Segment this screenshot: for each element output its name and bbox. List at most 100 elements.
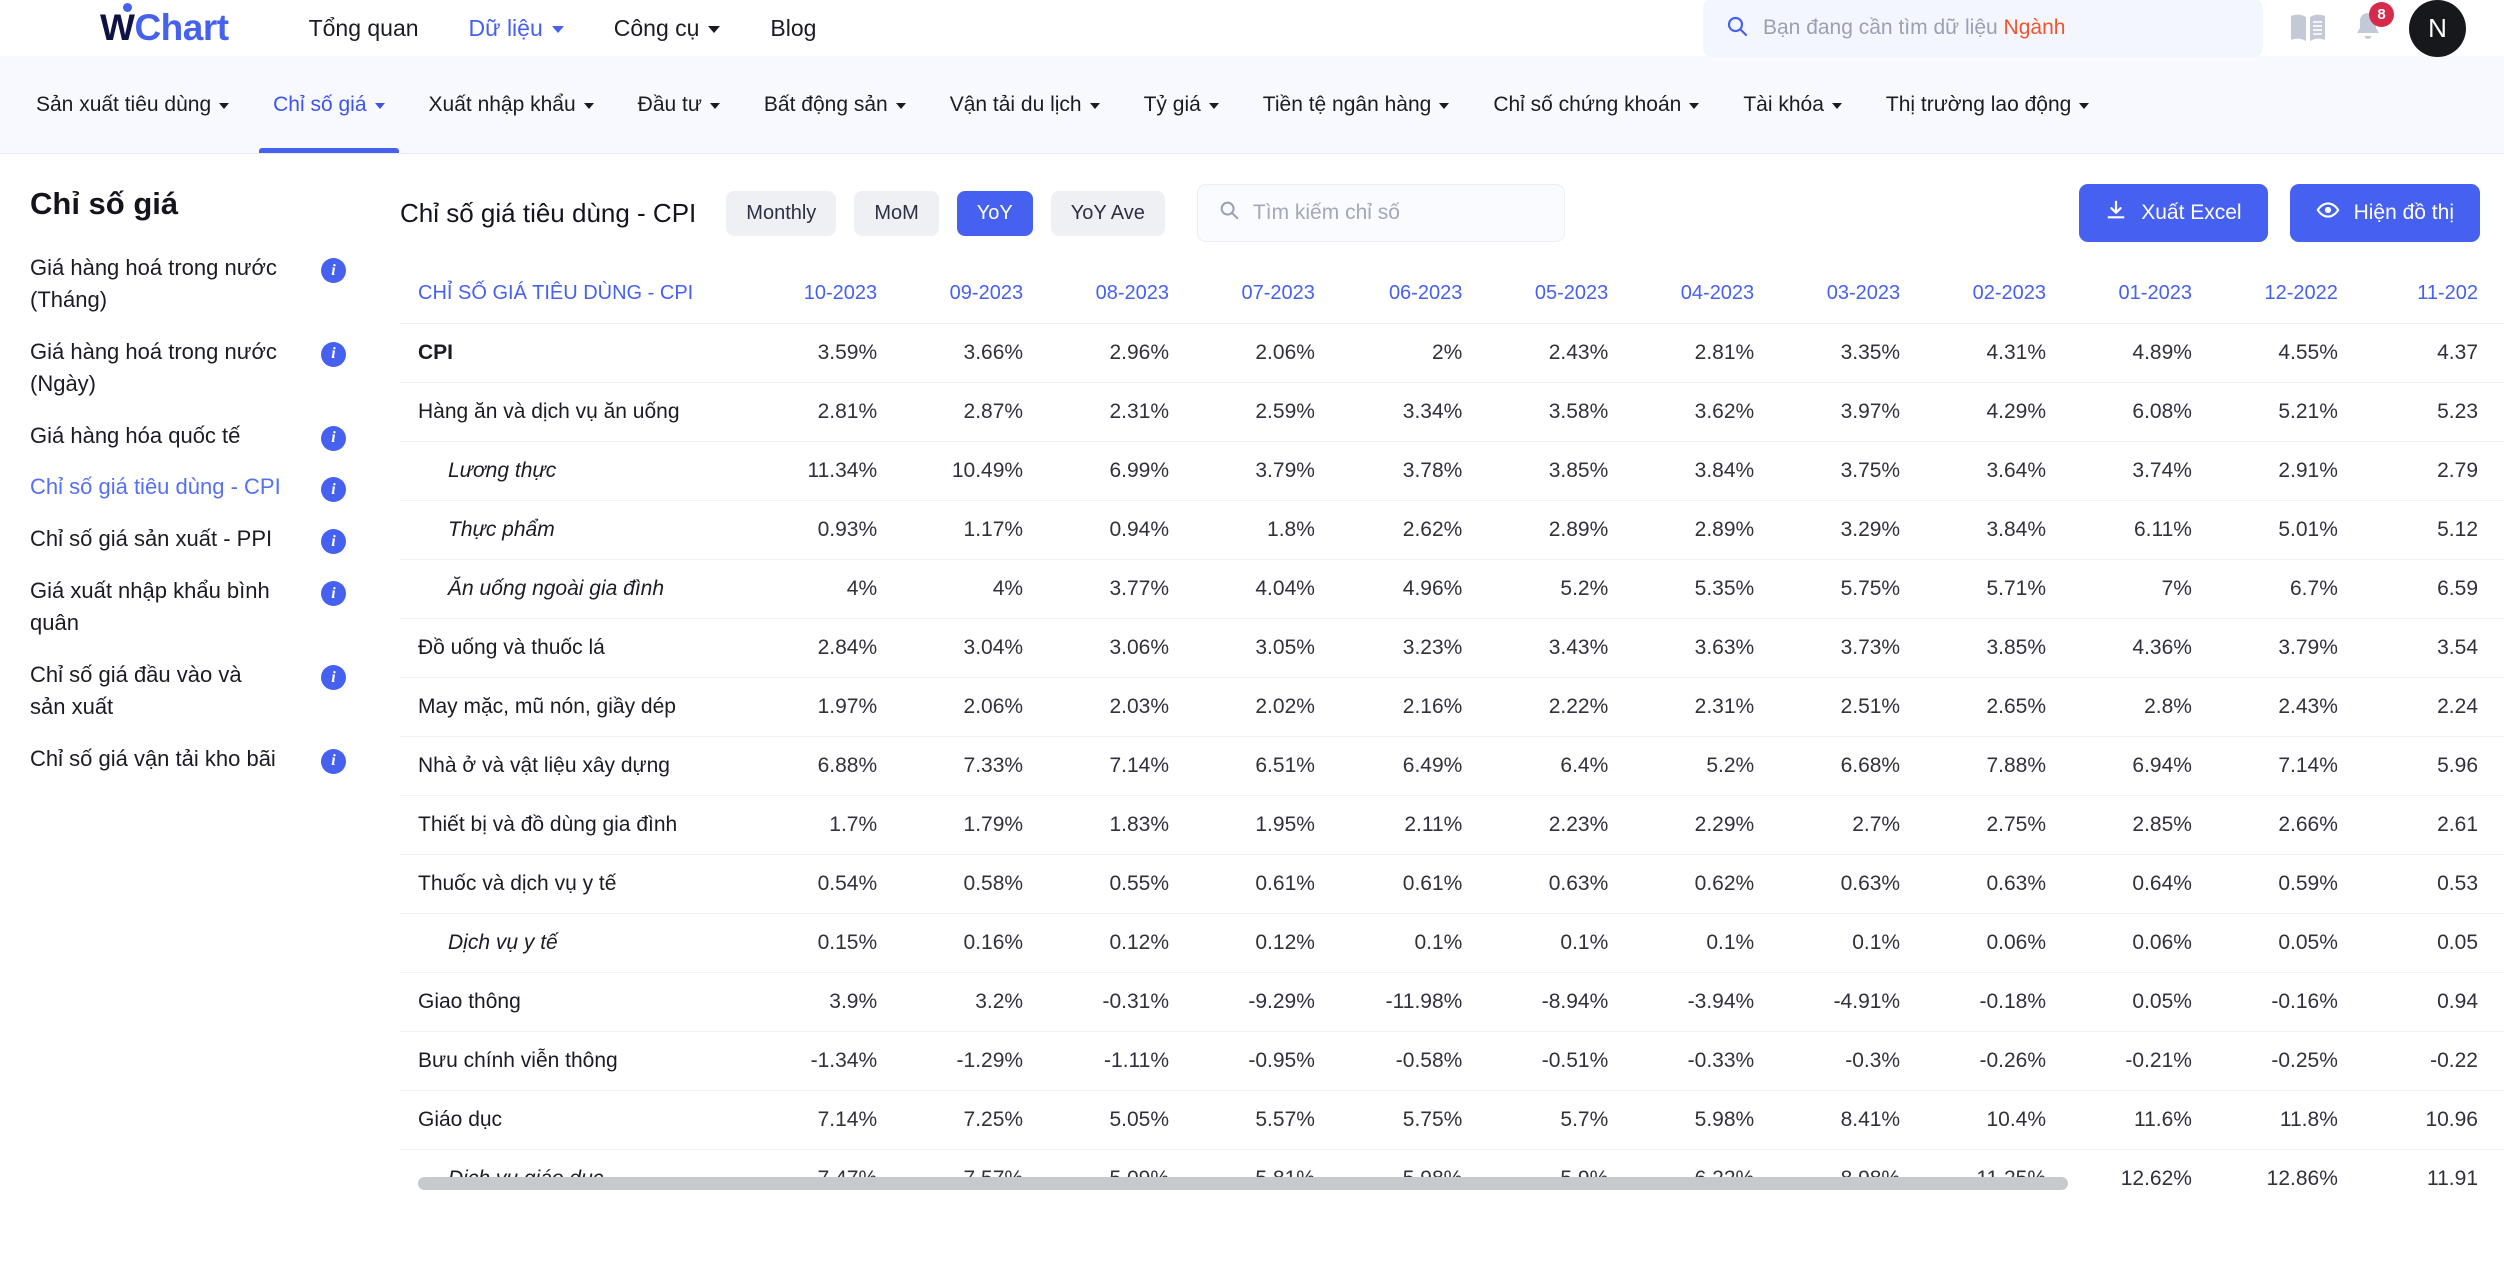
chevron-down-icon [2079, 103, 2090, 109]
table-row: Giáo dục 7.14% 7.25% 5.05% 5.57% 5.75% 5.7% 5.9… [400, 1090, 2504, 1150]
table-search-input[interactable]: Tìm kiếm chỉ số [1196, 184, 1565, 242]
export-excel-button[interactable]: Xuất Excel [2079, 184, 2268, 242]
cell-value: 4.37 [2363, 323, 2504, 383]
info-icon[interactable]: i [321, 341, 346, 367]
cell-value: 5.71% [1926, 559, 2073, 619]
info-icon[interactable]: i [321, 581, 346, 607]
sidebar-item-2[interactable]: Giá hàng hóa quốc tế i [30, 420, 346, 452]
info-icon[interactable]: i [321, 425, 346, 451]
info-icon[interactable]: i [321, 748, 346, 774]
main-nav-item-3[interactable]: Blog [770, 15, 816, 42]
sidebar-item-3[interactable]: Chỉ số giá tiêu dùng - CPI i [30, 471, 346, 503]
cell-value: 0.63% [1488, 854, 1635, 914]
info-icon[interactable]: i [321, 258, 346, 283]
subnav-label: Đầu tư [637, 92, 702, 116]
subnav-item-3[interactable]: Đầu tư [616, 56, 742, 153]
segment-yoy[interactable]: YoY [956, 190, 1033, 236]
subnav-item-4[interactable]: Bất động sản [742, 56, 928, 153]
subnav-item-2[interactable]: Xuất nhập khẩu [407, 56, 616, 153]
table-header-period: 11-202 [2363, 264, 2504, 324]
cell-value: 2.43% [1488, 323, 1635, 383]
table-row: Thực phẩm 0.93% 1.17% 0.94% 1.8% 2.62% 2.89% 2.… [400, 500, 2504, 560]
subnav-item-6[interactable]: Tỷ giá [1122, 56, 1241, 153]
subnav-item-8[interactable]: Chỉ số chứng khoán [1471, 56, 1721, 153]
cell-value: 3.79% [1195, 441, 1341, 501]
cell-value: 1.8% [1195, 500, 1341, 560]
wichart-logo[interactable]: W Chart [100, 3, 229, 49]
row-label: Thiết bị và đồ dùng gia đình [400, 795, 758, 855]
show-chart-button[interactable]: Hiện đồ thị [2289, 184, 2480, 242]
cell-value: 5.75% [1780, 559, 1927, 619]
cell-value: 3.9% [757, 972, 904, 1032]
sidebar: Chỉ số giá Giá hàng hoá trong nước (Thán… [0, 154, 382, 1283]
table-header-period: 08-2023 [1049, 264, 1195, 324]
sidebar-item-6[interactable]: Chỉ số giá đầu vào và sản xuất i [30, 659, 346, 723]
subnav-item-0[interactable]: Sản xuất tiêu dùng [14, 56, 251, 153]
export-excel-label: Xuất Excel [2141, 201, 2242, 224]
cell-value: 7.14% [1049, 736, 1195, 796]
segment-mom[interactable]: MoM [854, 190, 939, 236]
table-row: Giao thông 3.9% 3.2% -0.31% -9.29% -11.98% -8.… [400, 972, 2504, 1032]
subnav-label: Chỉ số giá [273, 92, 367, 116]
cell-value: -0.58% [1340, 1031, 1489, 1091]
cell-value: 12.86% [2217, 1149, 2364, 1194]
cell-value: -0.25% [2217, 1031, 2364, 1091]
sidebar-item-label: Giá hàng hoá trong nước (Tháng) [30, 255, 277, 312]
info-icon[interactable]: i [321, 529, 346, 555]
cell-value: 2.89% [1634, 500, 1781, 560]
segment-yoy-ave[interactable]: YoY Ave [1050, 190, 1165, 236]
sidebar-item-1[interactable]: Giá hàng hoá trong nước (Ngày) i [30, 336, 346, 400]
table-row: Thuốc và dịch vụ y tế 0.54% 0.58% 0.55% 0.61… [400, 854, 2504, 914]
subnav-label: Chỉ số chứng khoán [1493, 92, 1682, 116]
table-toolbar: Chỉ số giá tiêu dùng - CPI Monthly MoM YoY… [382, 176, 2504, 250]
cell-value: 0.64% [2072, 854, 2218, 914]
cell-value: 0.06% [1926, 913, 2073, 973]
info-icon[interactable]: i [321, 665, 346, 691]
sidebar-item-0[interactable]: Giá hàng hoá trong nước (Tháng) i [30, 252, 346, 316]
sidebar-item-label: Chỉ số giá sản xuất - PPI [30, 526, 273, 552]
main-nav-label: Tổng quan [308, 14, 419, 41]
subnav-item-1[interactable]: Chỉ số giá [251, 56, 406, 153]
global-search-input[interactable]: Bạn đang cần tìm dữ liệu Ngành [1703, 0, 2263, 57]
chevron-down-icon [1831, 103, 1842, 109]
cell-value: 3.84% [1634, 441, 1781, 501]
table-header-period: 07-2023 [1195, 264, 1341, 324]
main-nav-item-1[interactable]: Dữ liệu [469, 15, 564, 42]
row-label: Đồ uống và thuốc lá [400, 618, 758, 678]
horizontal-scrollbar[interactable] [418, 1177, 2068, 1190]
subnav-item-5[interactable]: Vận tải du lịch [928, 56, 1122, 153]
subnav-item-9[interactable]: Tài khóa [1721, 56, 1864, 153]
cell-value: 2.7% [1780, 795, 1927, 855]
subnav-item-7[interactable]: Tiền tệ ngân hàng [1241, 56, 1472, 153]
bell-icon[interactable]: 8 [2353, 2, 2394, 45]
cell-value: 3.66% [903, 323, 1050, 383]
cell-value: 5.21% [2217, 382, 2364, 442]
cell-value: 3.77% [1049, 559, 1195, 619]
cell-value: 2.23% [1488, 795, 1635, 855]
segment-monthly[interactable]: Monthly [726, 190, 837, 236]
info-icon[interactable]: i [321, 477, 346, 503]
cell-value: 2.91% [2217, 441, 2364, 501]
main-nav-item-2[interactable]: Công cụ [614, 15, 721, 42]
cell-value: -0.21% [2072, 1031, 2218, 1091]
sidebar-item-4[interactable]: Chỉ số giá sản xuất - PPI i [30, 523, 346, 555]
download-icon [2105, 199, 2127, 227]
cell-value: 4.96% [1340, 559, 1489, 619]
subnav-item-10[interactable]: Thị trường lao động [1864, 56, 2111, 153]
cell-value: 8.41% [1780, 1090, 1927, 1150]
chevron-down-icon [895, 103, 906, 109]
sidebar-item-7[interactable]: Chỉ số giá vận tải kho bãi i [30, 743, 346, 775]
avatar[interactable]: N [2409, 0, 2466, 57]
table-header-period: 03-2023 [1780, 264, 1927, 324]
table-row: Lương thực 11.34% 10.49% 6.99% 3.79% 3.78% 3.8… [400, 441, 2504, 501]
sidebar-item-5[interactable]: Giá xuất nhập khẩu bình quân i [30, 575, 346, 639]
cell-value: 2.62% [1340, 500, 1489, 560]
cell-value: 0.1% [1488, 913, 1635, 973]
cell-value: 6.4% [1488, 736, 1635, 796]
cell-value: 7.33% [903, 736, 1050, 796]
book-icon[interactable] [2289, 12, 2327, 44]
cell-value: 4.04% [1195, 559, 1341, 619]
row-label: Ăn uống ngoài gia đình [400, 559, 758, 619]
cell-value: 10.96 [2363, 1090, 2504, 1150]
main-nav-item-0[interactable]: Tổng quan [309, 15, 419, 42]
